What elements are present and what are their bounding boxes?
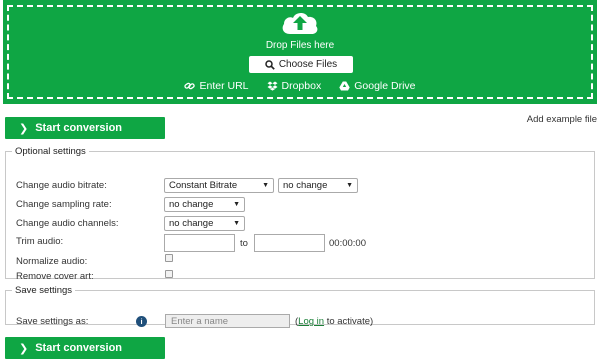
dropdown-arrow-icon: ▼ xyxy=(233,220,240,227)
bitrate-mode-value: Constant Bitrate xyxy=(169,180,238,191)
start-conversion-button-bottom[interactable]: ❯ Start conversion xyxy=(5,337,165,359)
save-settings-label: Save settings as: xyxy=(16,316,89,327)
settings-name-input[interactable]: Enter a name xyxy=(165,314,290,328)
trim-start-input[interactable] xyxy=(164,234,235,252)
chevron-right-icon: ❯ xyxy=(19,122,29,135)
add-example-file-link[interactable]: Add example file xyxy=(527,114,597,125)
upload-sources: Enter URL Dropbox Google Drive xyxy=(3,80,597,92)
info-icon[interactable]: i xyxy=(136,316,147,327)
cloud-upload-icon xyxy=(282,12,318,34)
remove-cover-art-checkbox[interactable] xyxy=(165,270,173,278)
settings-name-placeholder: Enter a name xyxy=(171,315,229,327)
dropdown-arrow-icon: ▼ xyxy=(262,182,269,189)
start-conversion-button-top[interactable]: ❯ Start conversion xyxy=(5,117,165,139)
audio-channels-select[interactable]: no change ▼ xyxy=(164,216,245,231)
enter-url-link[interactable]: Enter URL xyxy=(184,80,249,92)
drop-files-text: Drop Files here xyxy=(265,40,335,51)
bitrate-mode-select[interactable]: Constant Bitrate ▼ xyxy=(164,178,274,193)
google-drive-label: Google Drive xyxy=(354,80,416,92)
sampling-rate-value: no change xyxy=(169,199,214,210)
trim-time-readout: 00:00:00 xyxy=(329,238,366,249)
google-drive-link[interactable]: Google Drive xyxy=(339,80,416,92)
sampling-rate-select[interactable]: no change ▼ xyxy=(164,197,245,212)
enter-url-label: Enter URL xyxy=(199,80,249,92)
login-link[interactable]: Log in xyxy=(298,316,324,327)
start-conversion-label: Start conversion xyxy=(35,122,123,134)
login-hint: (Log in to activate) xyxy=(295,316,373,327)
normalize-audio-label: Normalize audio: xyxy=(16,256,88,267)
dropbox-icon xyxy=(267,81,278,91)
remove-cover-art-label: Remove cover art: xyxy=(16,271,94,282)
file-drop-zone[interactable]: Drop Files here Choose Files Enter URL D… xyxy=(3,0,597,104)
link-icon xyxy=(184,82,196,90)
save-settings-legend: Save settings xyxy=(15,285,73,296)
audio-channels-label: Change audio channels: xyxy=(16,218,119,229)
bitrate-value: no change xyxy=(283,180,328,191)
dropbox-label: Dropbox xyxy=(281,80,322,92)
trim-audio-label: Trim audio: xyxy=(16,236,64,247)
trim-to-label: to xyxy=(240,238,248,249)
audio-channels-value: no change xyxy=(169,218,214,229)
trim-end-input[interactable] xyxy=(254,234,325,252)
bitrate-label: Change audio bitrate: xyxy=(16,180,107,191)
dropdown-arrow-icon: ▼ xyxy=(233,201,240,208)
bitrate-value-select[interactable]: no change ▼ xyxy=(278,178,358,193)
choose-files-button[interactable]: Choose Files xyxy=(249,56,353,73)
search-icon xyxy=(265,59,275,70)
normalize-audio-checkbox[interactable] xyxy=(165,254,173,262)
choose-files-label: Choose Files xyxy=(278,59,338,70)
chevron-right-icon: ❯ xyxy=(19,342,29,355)
google-drive-icon xyxy=(339,81,350,91)
login-suffix: to activate) xyxy=(324,316,374,327)
dropbox-link[interactable]: Dropbox xyxy=(267,80,322,92)
optional-settings-legend: Optional settings xyxy=(15,146,86,157)
save-settings-group: Save settings Save settings as: i Enter … xyxy=(5,285,595,328)
start-conversion-label: Start conversion xyxy=(35,342,123,354)
optional-settings-group: Optional settings Change audio bitrate: … xyxy=(5,146,595,282)
dropdown-arrow-icon: ▼ xyxy=(346,182,353,189)
sampling-rate-label: Change sampling rate: xyxy=(16,199,112,210)
